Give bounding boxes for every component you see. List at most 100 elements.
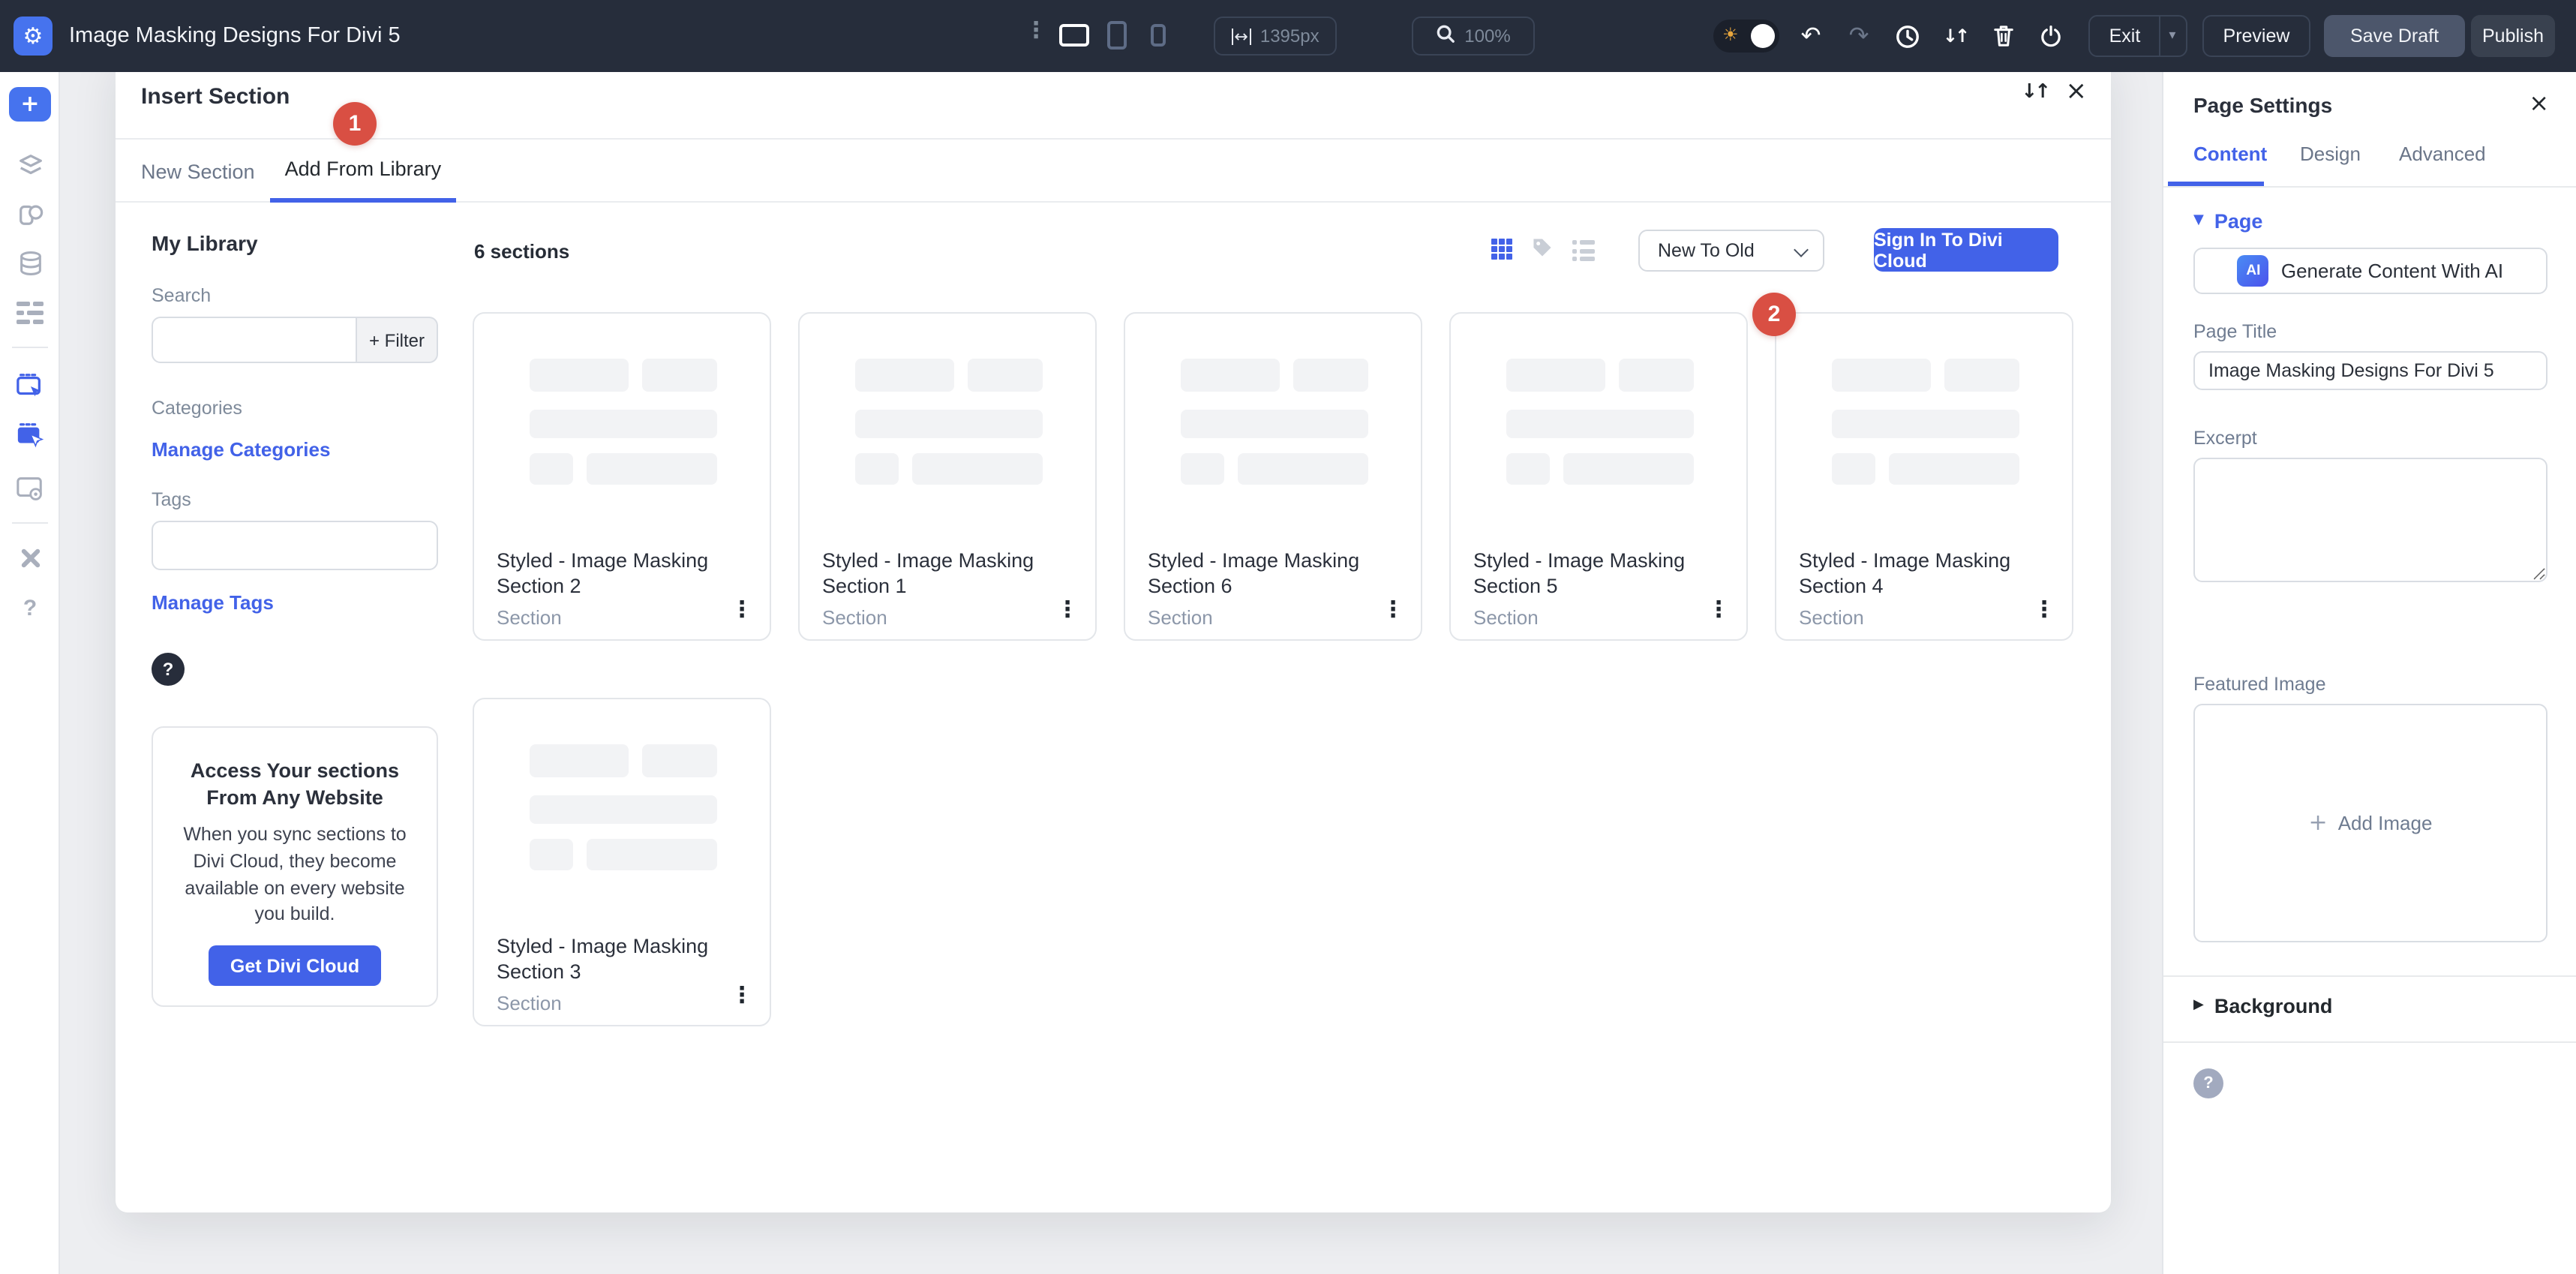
skeleton-bar: [1293, 359, 1368, 392]
kebab-menu-icon[interactable]: ⋮: [1707, 599, 1730, 621]
canvas-width-value: 1395px: [1260, 26, 1320, 47]
annotation-badge-1: 1: [333, 102, 377, 146]
power-button[interactable]: [2033, 18, 2069, 54]
tab-add-from-library[interactable]: Add From Library: [270, 140, 457, 203]
phone-view-icon[interactable]: [1151, 24, 1166, 47]
skeleton-bar: [1563, 453, 1694, 485]
library-card[interactable]: Styled - Image Masking Section 6 Section…: [1124, 312, 1422, 641]
library-card[interactable]: Styled - Image Masking Section 2 Section…: [473, 312, 771, 641]
page-section-toggle[interactable]: ▼ Page: [2193, 210, 2262, 233]
preview-eye-icon[interactable]: [14, 471, 47, 504]
zoom-control[interactable]: 100%: [1412, 17, 1535, 56]
sidebar-divider: [12, 522, 48, 524]
save-draft-button[interactable]: Save Draft: [2324, 15, 2465, 57]
promo-heading: Access Your sections From Any Website: [180, 758, 410, 810]
section-count: 6 sections: [474, 240, 569, 263]
tablet-view-icon[interactable]: [1107, 21, 1127, 50]
manage-tags-link[interactable]: Manage Tags: [152, 591, 274, 614]
kebab-menu-icon[interactable]: ⋮: [2033, 599, 2055, 621]
tools-icon[interactable]: [14, 542, 47, 575]
background-section-label: Background: [2214, 995, 2333, 1017]
kebab-menu-icon[interactable]: ⋮: [1056, 599, 1079, 621]
manage-categories-link[interactable]: Manage Categories: [152, 438, 330, 461]
zoom-value: 100%: [1464, 26, 1510, 47]
sun-icon: ☀: [1722, 26, 1739, 44]
grid-view-icon[interactable]: [1491, 239, 1512, 259]
excerpt-textarea[interactable]: [2193, 458, 2547, 582]
tab-content[interactable]: Content: [2193, 143, 2267, 165]
library-card[interactable]: Styled - Image Masking Section 1 Section…: [798, 312, 1097, 641]
kebab-menu-icon[interactable]: ⋮: [731, 599, 753, 621]
tab-advanced[interactable]: Advanced: [2399, 143, 2486, 165]
filter-button[interactable]: + Filter: [357, 317, 438, 363]
close-icon[interactable]: ×: [2066, 80, 2088, 105]
exit-button[interactable]: Exit ▾: [2088, 15, 2187, 57]
layers-icon[interactable]: [14, 149, 47, 182]
tag-view-icon[interactable]: [1530, 236, 1554, 267]
generate-ai-button[interactable]: AI Generate Content With AI: [2193, 248, 2547, 294]
tags-input[interactable]: [152, 521, 438, 570]
page-title-input[interactable]: [2193, 351, 2547, 390]
more-menu-icon[interactable]: ⋮: [1025, 20, 1047, 42]
preview-button[interactable]: Preview: [2202, 15, 2310, 57]
panel-help-icon[interactable]: ?: [2193, 1068, 2223, 1098]
skeleton-bar: [1944, 359, 2019, 392]
delete-button[interactable]: [1985, 18, 2021, 54]
search-input[interactable]: [152, 317, 357, 363]
card-type: Section: [1148, 606, 1213, 629]
database-icon[interactable]: [14, 246, 47, 279]
chevron-down-icon: [1794, 242, 1809, 257]
sort-icon[interactable]: ↓↑: [2021, 83, 2048, 102]
exit-caret-icon[interactable]: ▾: [2158, 17, 2184, 56]
skeleton-bar: [530, 839, 573, 870]
history-button[interactable]: [1889, 18, 1925, 54]
add-section-button[interactable]: +: [9, 87, 51, 122]
sidebar-help-icon[interactable]: ?: [14, 591, 47, 624]
library-card[interactable]: Styled - Image Masking Section 4 Section…: [1775, 312, 2073, 641]
card-title: Styled - Image Masking Section 6: [1148, 549, 1400, 599]
divi-settings-button[interactable]: ⚙: [14, 17, 53, 56]
skeleton-bar: [1506, 410, 1694, 438]
get-divi-cloud-button[interactable]: Get Divi Cloud: [209, 945, 380, 986]
library-card[interactable]: Styled - Image Masking Section 3 Section…: [473, 698, 771, 1026]
triangle-right-icon: ▶: [2193, 999, 2204, 1013]
library-card[interactable]: Styled - Image Masking Section 5 Section…: [1449, 312, 1748, 641]
featured-image-label: Featured Image: [2193, 674, 2326, 695]
skeleton-bar: [1181, 453, 1224, 485]
search-label: Search: [152, 285, 211, 306]
theme-toggle[interactable]: ☀: [1713, 20, 1779, 53]
sidebar-divider: [12, 347, 48, 348]
insert-row-filled-icon[interactable]: [14, 419, 47, 452]
sort-order-select[interactable]: New To Old: [1638, 230, 1824, 272]
redo-button[interactable]: ↷: [1841, 18, 1877, 54]
panel-close-icon[interactable]: ×: [2529, 92, 2549, 116]
shapes-icon[interactable]: [14, 197, 47, 230]
tab-new-section[interactable]: New Section: [126, 140, 270, 203]
desktop-view-icon[interactable]: [1059, 24, 1089, 47]
skeleton-bar: [968, 359, 1043, 392]
insert-section-modal: Insert Section ↓↑ × New Section Add From…: [116, 54, 2111, 1212]
panel-divider: [2163, 1041, 2576, 1043]
rows-icon[interactable]: [14, 296, 47, 329]
tab-design[interactable]: Design: [2300, 143, 2361, 165]
insert-section-outline-icon[interactable]: [14, 369, 47, 402]
reorder-button[interactable]: ↓↑: [1937, 18, 1973, 54]
skeleton-bar: [530, 359, 629, 392]
publish-button[interactable]: Publish: [2471, 15, 2555, 57]
canvas-width-control[interactable]: ↔ 1395px: [1214, 17, 1337, 56]
page-title-label: Page Title: [2193, 321, 2277, 342]
list-view-icon[interactable]: [1572, 240, 1595, 261]
kebab-menu-icon[interactable]: ⋮: [1382, 599, 1404, 621]
add-image-dropzone[interactable]: + Add Image: [2193, 704, 2547, 942]
skeleton-bar: [855, 359, 954, 392]
toggle-knob: [1751, 24, 1775, 48]
library-help-icon[interactable]: ?: [152, 653, 185, 686]
sign-in-divi-cloud-button[interactable]: Sign In To Divi Cloud: [1874, 228, 2058, 272]
skeleton-bar: [530, 410, 717, 438]
skeleton-bar: [587, 453, 717, 485]
background-section-toggle[interactable]: ▶ Background: [2193, 995, 2332, 1017]
save-draft-label: Save Draft: [2350, 26, 2439, 47]
undo-button[interactable]: ↶: [1793, 18, 1829, 54]
page-settings-panel: Page Settings × Content Design Advanced …: [2162, 72, 2576, 1274]
kebab-menu-icon[interactable]: ⋮: [731, 984, 753, 1007]
